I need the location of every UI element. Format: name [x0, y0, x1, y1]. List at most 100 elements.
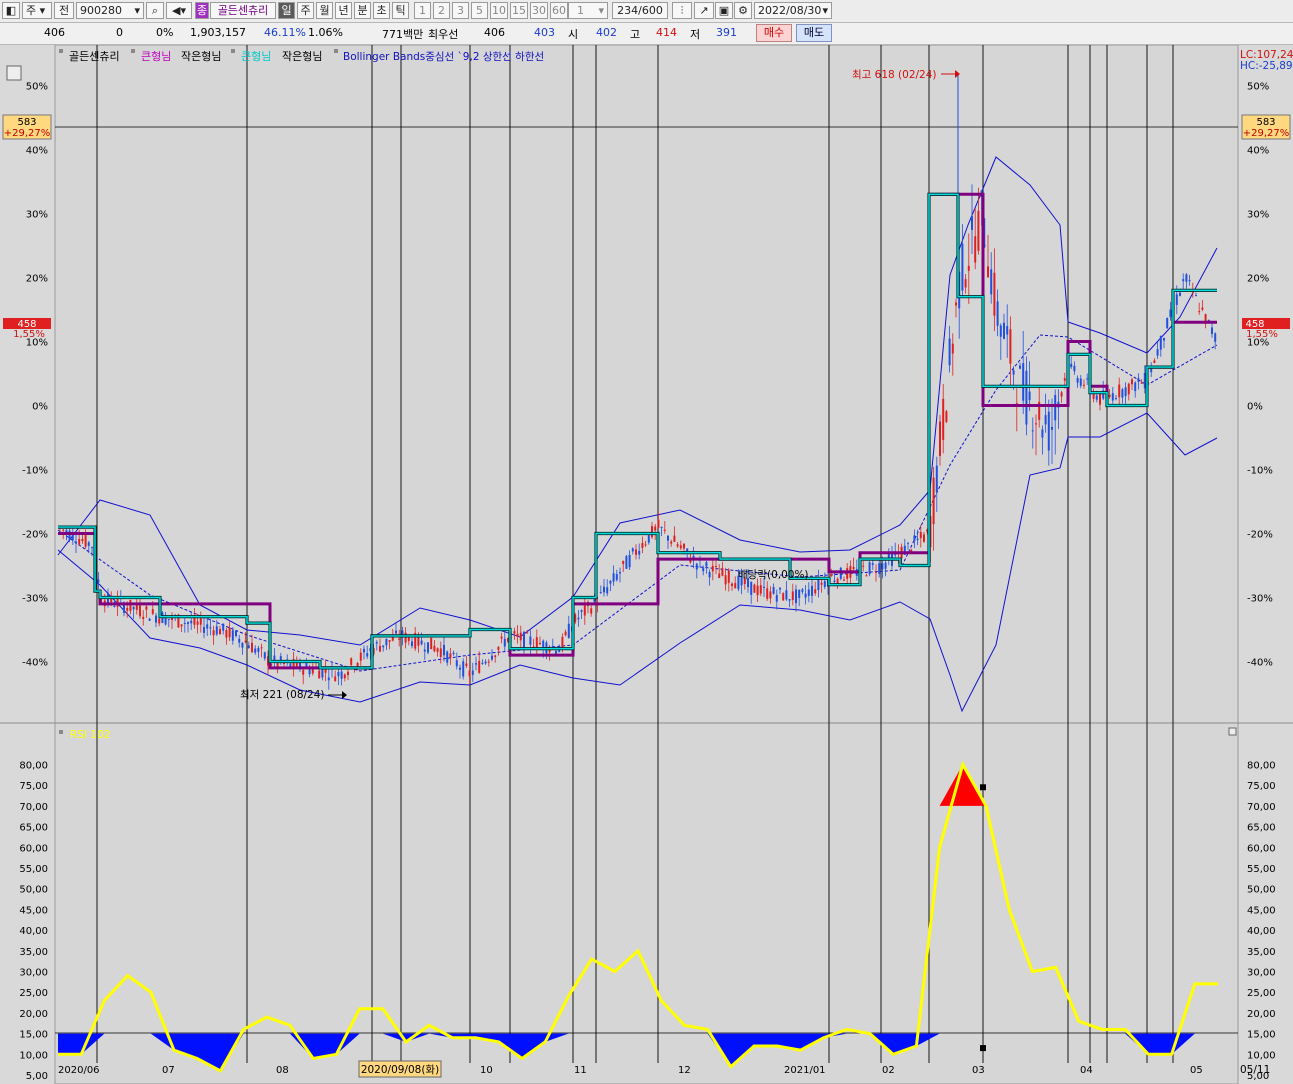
candle-body: [468, 670, 471, 677]
hc-label: HC:-25,89: [1240, 60, 1293, 72]
candle-body: [228, 627, 231, 638]
period-tab[interactable]: 월: [316, 2, 333, 19]
period-tab[interactable]: 년: [335, 2, 352, 19]
candle-body: [635, 549, 637, 555]
x-tick-label: 04: [1080, 1065, 1093, 1076]
candle-body: [1140, 382, 1143, 384]
candle-body: [459, 667, 461, 670]
candle-body: [302, 669, 305, 675]
window-menu-icon[interactable]: ◧: [2, 2, 20, 19]
candle-body: [343, 674, 346, 679]
rsi-tick-label: 65,00: [1247, 823, 1276, 834]
candle-body: [865, 575, 868, 577]
search-icon[interactable]: ⌕: [146, 2, 164, 19]
rsi-tick-label: 55,00: [19, 864, 48, 875]
period-tab[interactable]: 일: [278, 2, 295, 19]
count-total: /600: [638, 4, 663, 17]
candle-body: [347, 671, 349, 675]
candle-body: [215, 626, 218, 635]
chart-settings-icon[interactable]: [6, 65, 22, 81]
candle-body: [785, 590, 788, 600]
candle-body: [321, 669, 324, 678]
candle-body: [430, 637, 433, 650]
sell-button[interactable]: 매도: [796, 24, 832, 42]
candle-body: [1047, 411, 1050, 451]
interval-button[interactable]: 10: [490, 2, 508, 19]
count-value: 234: [617, 4, 639, 17]
candle-body: [935, 465, 938, 493]
candle-body: [804, 593, 807, 598]
candle-body: [1041, 429, 1044, 438]
x-tick-label: 2020/06: [58, 1065, 100, 1076]
candle-body: [484, 661, 487, 664]
candle-body: [404, 632, 407, 643]
candle-body: [679, 545, 682, 549]
right-box-pct: +29,27%: [1243, 128, 1290, 139]
candle-body: [852, 566, 855, 569]
candle-body: [1031, 430, 1034, 432]
candle-body: [846, 568, 849, 579]
candle-body: [798, 589, 801, 598]
panel-close-icon[interactable]: [1228, 727, 1237, 736]
draw-tool-icon[interactable]: ↗: [694, 2, 714, 19]
candle-body: [1086, 378, 1089, 380]
rsi-marker: [980, 784, 986, 791]
quote-bar: 406 0 0% 1,903,157 46.11% 1.06% 771백만 최우…: [0, 23, 1293, 45]
candle-body: [91, 547, 93, 549]
code-input[interactable]: 900280 ▾: [76, 2, 144, 19]
change-pct: 0%: [156, 26, 174, 39]
candle-body: [449, 653, 452, 658]
date-field[interactable]: 2022/08/30 ▾: [754, 2, 832, 19]
prev-button[interactable]: 전: [54, 2, 74, 19]
candle-body: [151, 609, 154, 614]
rsi-tick-label: 30,00: [1247, 968, 1276, 979]
candle-body: [311, 668, 314, 674]
interval-button[interactable]: 1: [414, 2, 431, 19]
interval-button[interactable]: 5: [471, 2, 488, 19]
candle-body: [1169, 309, 1172, 318]
interval-button[interactable]: 2: [433, 2, 450, 19]
candle-body: [327, 677, 330, 681]
interval-button[interactable]: 15: [510, 2, 528, 19]
rsi-tick-label: 75,00: [1247, 781, 1276, 792]
market-select[interactable]: 주 ▾: [22, 2, 52, 19]
date-value: 2022/08/30: [758, 4, 822, 17]
candle-body: [318, 670, 321, 679]
unit-select[interactable]: 1 ▾: [568, 2, 608, 19]
candle-body: [843, 579, 845, 581]
buy-button[interactable]: 매수: [756, 24, 792, 42]
candle-body: [599, 592, 602, 594]
candle-body: [62, 529, 65, 531]
interval-button[interactable]: 3: [452, 2, 469, 19]
gear-icon[interactable]: ⚙: [734, 2, 752, 19]
candle-body: [1099, 393, 1101, 405]
speaker-icon[interactable]: ◀▾: [166, 2, 192, 19]
save-icon[interactable]: ▣: [715, 2, 733, 19]
candle-body: [583, 605, 586, 616]
legend-big: 큰형님: [141, 50, 171, 63]
candle-body: [590, 608, 593, 614]
candle-body: [993, 272, 996, 316]
chart-type-icon[interactable]: ⫶: [672, 2, 692, 19]
interval-button[interactable]: 60: [550, 2, 568, 19]
period-tab[interactable]: 분: [354, 2, 371, 19]
candle-body: [503, 638, 506, 647]
candle-body: [561, 636, 564, 649]
rsi-tick-label: 75,00: [19, 781, 48, 792]
y-tick-label: 30%: [26, 210, 48, 221]
candle-body: [807, 589, 810, 596]
candle-body: [263, 652, 266, 659]
candle-body: [971, 216, 973, 230]
price-chart[interactable]: 50% 50%40% 40%30% 30%20% 20%10% 10%0% 0%-10% -1…: [0, 45, 1293, 1084]
candle-body: [68, 530, 71, 540]
candle-body: [305, 663, 308, 667]
candle-body: [1070, 363, 1073, 368]
candle-body: [631, 548, 634, 552]
candle-body: [235, 630, 237, 636]
candle-body: [395, 630, 397, 634]
count-field[interactable]: 234/600: [612, 2, 668, 19]
interval-button[interactable]: 30: [530, 2, 548, 19]
period-tab[interactable]: 틱: [392, 2, 409, 19]
period-tab[interactable]: 초: [373, 2, 390, 19]
period-tab[interactable]: 주: [297, 2, 314, 19]
